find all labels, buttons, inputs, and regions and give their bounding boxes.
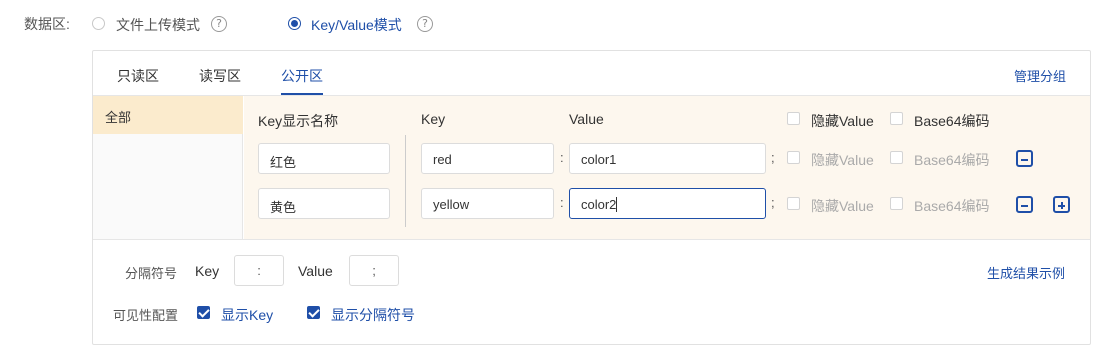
minus-square-icon — [1021, 158, 1028, 161]
pair-separator: ; — [771, 150, 775, 165]
question-circle-icon[interactable]: ? — [211, 16, 227, 32]
remove-row-button[interactable] — [1016, 150, 1033, 167]
column-value: Value — [569, 111, 604, 127]
hide-value-all-checkbox[interactable] — [787, 112, 800, 125]
plus-vertical-bar — [1060, 202, 1063, 209]
hide-value-header-label: 隐藏Value — [811, 113, 874, 129]
show-key-checkbox[interactable] — [197, 306, 210, 319]
display-name-input[interactable]: 黄色 — [258, 188, 390, 219]
hide-value-checkbox[interactable] — [787, 151, 800, 164]
key-separator-input[interactable]: : — [234, 255, 284, 286]
base64-label: Base64编码 — [914, 198, 990, 214]
hide-value-label: 隐藏Value — [811, 152, 874, 168]
value-input[interactable]: color1 — [569, 143, 766, 174]
show-key-label[interactable]: 显示Key — [221, 305, 273, 325]
key-value-separator: : — [560, 195, 564, 210]
base64-checkbox[interactable] — [890, 151, 903, 164]
generate-example-link[interactable]: 生成结果示例 — [987, 263, 1065, 282]
tab-public[interactable]: 公开区 — [281, 66, 323, 86]
column-divider — [405, 135, 406, 227]
key-value-separator: : — [560, 150, 564, 165]
hide-value-label: 隐藏Value — [811, 198, 874, 214]
display-name-input[interactable]: 红色 — [258, 143, 390, 174]
group-item-all[interactable]: 全部 — [93, 96, 243, 134]
data-area-label: 数据区: — [24, 16, 70, 32]
value-input-text: color2 — [581, 197, 617, 212]
value-separator-input[interactable]: ; — [349, 255, 399, 286]
key-input[interactable]: yellow — [421, 188, 554, 219]
minus-square-icon — [1021, 204, 1028, 207]
base64-all-checkbox[interactable] — [890, 112, 903, 125]
pair-separator: ; — [771, 195, 775, 210]
base64-checkbox[interactable] — [890, 197, 903, 210]
visibility-config-label: 可见性配置 — [113, 308, 179, 323]
column-key-display-name: Key显示名称 — [258, 113, 339, 129]
base64-header-label: Base64编码 — [914, 113, 990, 129]
base64-label: Base64编码 — [914, 152, 990, 168]
remove-row-button[interactable] — [1016, 196, 1033, 213]
separator-settings-label: 分隔符号 — [125, 266, 178, 281]
question-circle-icon[interactable]: ? — [417, 16, 433, 32]
hide-value-checkbox[interactable] — [787, 197, 800, 210]
section-divider — [93, 239, 1090, 240]
show-separator-label[interactable]: 显示分隔符号 — [331, 305, 415, 325]
radio-file-upload-mode[interactable] — [92, 17, 105, 30]
text-caret — [616, 197, 618, 212]
separator-key-label: Key — [195, 263, 220, 279]
key-value-mode-label[interactable]: Key/Value模式 — [311, 15, 402, 35]
key-input[interactable]: red — [421, 143, 554, 174]
tab-read-only[interactable]: 只读区 — [117, 66, 159, 86]
file-upload-mode-label[interactable]: 文件上传模式 — [116, 15, 200, 35]
separator-value-label: Value — [298, 263, 333, 279]
radio-key-value-mode[interactable] — [288, 17, 301, 30]
add-row-button[interactable] — [1053, 196, 1070, 213]
show-separator-checkbox[interactable] — [307, 306, 320, 319]
tab-read-write[interactable]: 读写区 — [199, 66, 241, 86]
manage-groups-link[interactable]: 管理分组 — [1014, 66, 1066, 85]
value-input-focused[interactable]: color2 — [569, 188, 766, 219]
column-key: Key — [421, 111, 446, 127]
